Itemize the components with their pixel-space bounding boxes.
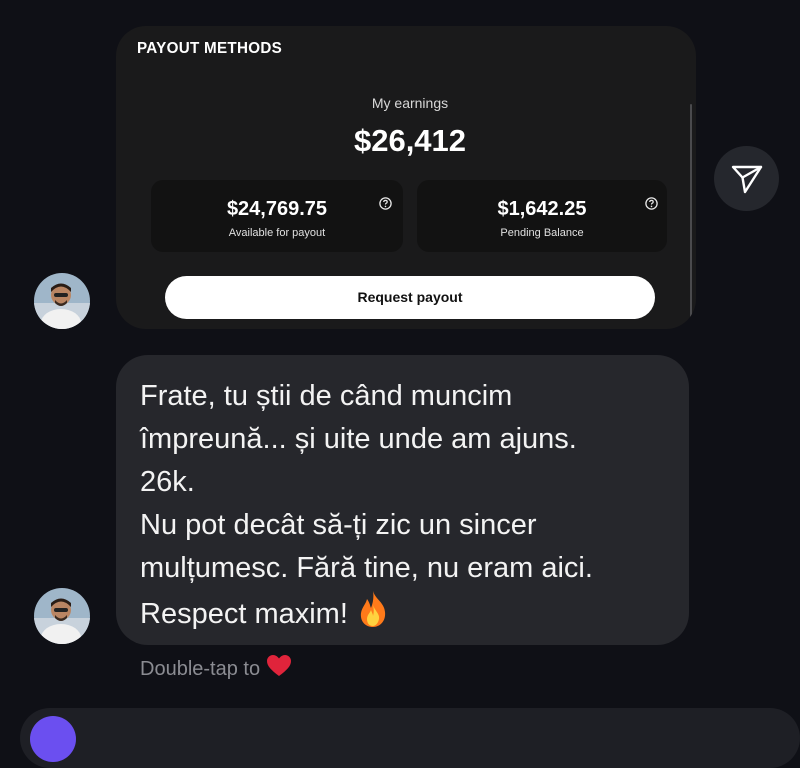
available-value: $24,769.75: [226, 198, 328, 220]
send-icon: [731, 165, 763, 194]
question-circle-icon[interactable]: [645, 197, 658, 210]
message-composer[interactable]: [20, 708, 800, 768]
message-line-text: Respect maxim!: [140, 598, 348, 631]
pending-value: $1,642.25: [497, 198, 587, 220]
message-line: împreună... și uite unde am ajuns.: [140, 423, 577, 455]
earnings-value: $26,412: [353, 123, 467, 158]
avatar-image: [34, 588, 90, 644]
question-circle-icon[interactable]: [379, 197, 392, 210]
sender-avatar[interactable]: [34, 273, 90, 329]
message-line: mulțumesc. Fără tine, nu eram aici.: [140, 552, 593, 584]
request-payout-button[interactable]: Request payout: [165, 276, 655, 319]
camera-icon[interactable]: [30, 716, 76, 762]
fire-emoji-icon: [356, 590, 390, 641]
available-payout-box: $24,769.75 Available for payout: [151, 180, 403, 252]
sender-avatar[interactable]: [34, 588, 90, 644]
card-scrollbar[interactable]: [690, 104, 692, 329]
shared-payout-card[interactable]: PAYOUT METHODS My earnings $26,412 $24,7…: [116, 26, 696, 329]
message-line: 26k.: [140, 466, 195, 498]
card-title: PAYOUT METHODS: [137, 40, 283, 57]
avatar-image: [34, 273, 90, 329]
pending-balance-box: $1,642.25 Pending Balance: [417, 180, 667, 252]
double-tap-hint: Double-tap to: [140, 654, 292, 680]
heart-icon: [266, 654, 292, 685]
message-line: Frate, tu știi de când muncim: [140, 380, 513, 412]
double-tap-text: Double-tap to: [140, 657, 261, 680]
message-line: Nu pot decât să-ți zic un sincer: [140, 509, 537, 541]
message-line-last: Respect maxim!: [140, 590, 665, 641]
available-label: Available for payout: [228, 227, 326, 239]
pending-label: Pending Balance: [500, 227, 584, 239]
earnings-label: My earnings: [371, 95, 449, 111]
share-button[interactable]: [714, 146, 779, 211]
message-bubble[interactable]: Frate, tu știi de când muncim împreună..…: [116, 355, 689, 645]
